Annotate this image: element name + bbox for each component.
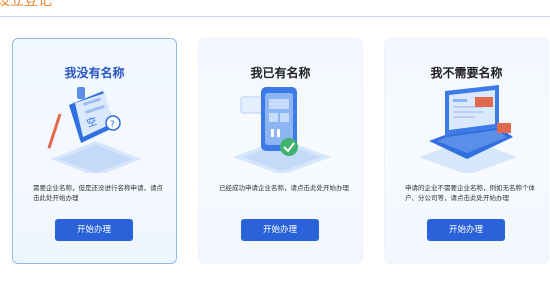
start-button-no-name-needed[interactable]: 开始办理 (427, 219, 505, 241)
page-header: 设立登记 (0, 0, 550, 17)
card-description: 已经成功申请企业名称，请点击此处开始办理 (219, 184, 349, 192)
card-title: 我没有名称 (64, 66, 125, 80)
start-button-has-name[interactable]: 开始办理 (241, 219, 319, 241)
laptop-illustration (419, 85, 517, 173)
option-card-no-name-needed[interactable]: 我不需要名称 申请的企业不需要企业名称，例如无名称个体户、分公司等，请点击此处开… (384, 38, 549, 264)
svg-text:?: ? (110, 120, 115, 130)
card-title: 我已有名称 (250, 66, 311, 80)
phone-verified-illustration (233, 87, 331, 173)
card-title: 我不需要名称 (430, 66, 503, 80)
page-title: 设立登记 (0, 0, 52, 9)
option-card-no-name[interactable]: 我没有名称 空 ? 需要企业名称，但是还没进行名称申请，请点击此处开始办理 开始… (12, 38, 177, 264)
option-card-has-name[interactable]: 我已有名称 已经成功申请企业名称，请点击此处开始办理 开始办理 (198, 38, 363, 264)
card-description: 申请的企业不需要企业名称，例如无名称个体户、分公司等，请点击此处开始办理 (405, 184, 535, 202)
start-button-no-name[interactable]: 开始办理 (55, 219, 133, 241)
card-description: 需要企业名称，但是还没进行名称申请，请点击此处开始办理 (33, 184, 163, 202)
document-edit-illustration: 空 ? (47, 87, 141, 173)
